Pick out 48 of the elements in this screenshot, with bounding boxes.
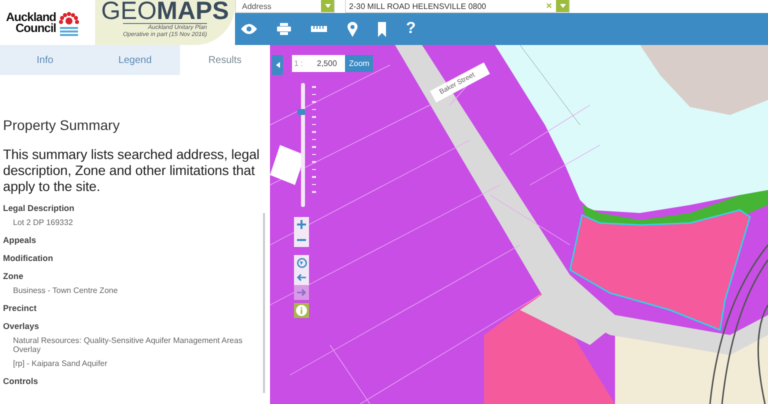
caret-icon (276, 62, 280, 68)
globe-icon (296, 258, 306, 268)
clear-button[interactable]: × (542, 0, 556, 12)
minus-icon (297, 238, 306, 240)
caret-icon (560, 4, 566, 8)
forward-button[interactable] (294, 285, 309, 300)
scrollbar[interactable] (263, 213, 265, 393)
caret-icon (324, 4, 330, 8)
left-arrow-icon (297, 274, 306, 281)
zoom-button[interactable]: Zoom (345, 55, 374, 72)
eye-icon[interactable] (241, 24, 257, 34)
panel-tab[interactable]: Info (0, 45, 90, 75)
info-icon (296, 305, 307, 316)
section-heading: Zone (3, 271, 24, 281)
section-value: Lot 2 DP 169332 (13, 218, 74, 227)
full-extent-button[interactable] (294, 255, 309, 270)
panel-tab[interactable]: Results (180, 45, 270, 75)
app-title: GEOMAPS (101, 0, 229, 22)
address-search-field[interactable]: 2-30 MILL ROAD HELENSVILLE 0800 × (345, 0, 570, 13)
zoom-in-button[interactable] (294, 217, 309, 232)
right-arrow-icon (297, 289, 306, 296)
results-title: Property Summary (3, 117, 121, 133)
scale-field[interactable]: 1 : 2,500 (292, 55, 345, 72)
zoning-map-drawing[interactable] (270, 45, 768, 404)
section-heading: Overlays (3, 321, 40, 331)
org-name: Auckland (6, 12, 56, 22)
help-button[interactable]: ? (406, 20, 416, 38)
ruler-icon[interactable] (311, 26, 327, 32)
section-heading: Modification (3, 253, 54, 263)
section-heading: Controls (3, 376, 39, 386)
printer-icon[interactable] (277, 23, 291, 35)
flower-logo-icon (58, 10, 80, 36)
bookmark-icon[interactable] (378, 22, 386, 36)
panel-tab[interactable]: Legend (90, 45, 180, 75)
collapse-panel-button[interactable] (272, 55, 283, 75)
section-value: Natural Resources: Quality-Sensitive Aquifer Management Areas Overlay (13, 336, 244, 354)
org-name: Council (16, 22, 56, 34)
results-description: This summary lists searched address, legal description, Zone and other limitations that apply to the site. (3, 147, 260, 195)
plus-icon (297, 220, 306, 229)
scale-prefix: 1 : (294, 59, 303, 68)
section-value: [rp] - Kaipara Sand Aquifer (13, 359, 108, 368)
info-button[interactable] (294, 303, 309, 318)
section-value: Business - Town Centre Zone (13, 286, 119, 295)
section-heading: Legal Description (3, 203, 76, 213)
map-pin-icon[interactable] (347, 22, 358, 36)
section-heading: Precinct (3, 303, 38, 313)
address-input[interactable]: 2-30 MILL ROAD HELENSVILLE 0800 (346, 0, 542, 12)
section-heading: Appeals (3, 235, 38, 245)
